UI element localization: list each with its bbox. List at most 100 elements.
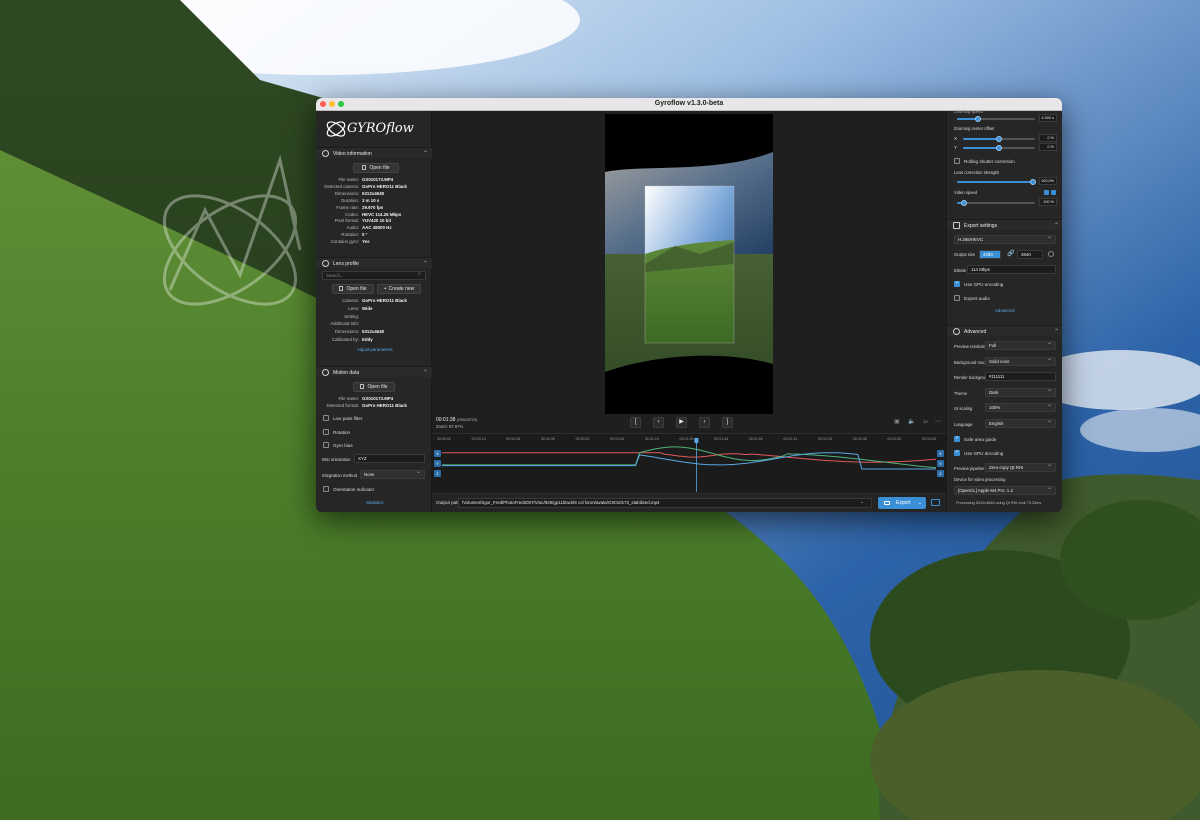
timeline[interactable]: 00:00:00 00:00:13 00:00:26 00:00:39 00:00:53…	[432, 433, 946, 493]
lens-profile-header[interactable]: Lens profile ⌃	[316, 257, 432, 268]
imu-orientation-input[interactable]: XYZ	[354, 454, 425, 463]
video-preview[interactable]	[605, 114, 773, 414]
playhead-handle[interactable]	[694, 438, 699, 443]
jump-to-end-button[interactable]: ]	[722, 417, 733, 428]
advanced-setting-value[interactable]: #111111	[985, 372, 1056, 381]
info-icon	[322, 150, 329, 157]
lock-aspect-icon[interactable]: 🔗	[1007, 250, 1014, 257]
collapse-chevron-icon[interactable]: ⌃	[423, 369, 428, 376]
collapse-chevron-icon[interactable]: ⌃	[423, 260, 428, 267]
link-audio-toggle-icon[interactable]	[1044, 190, 1049, 195]
info-value: 29.970 fps	[362, 204, 384, 210]
export-button[interactable]: Export ⌄	[878, 497, 926, 509]
playback-speed[interactable]: 1x	[923, 419, 928, 424]
plus-icon: +	[383, 286, 387, 292]
info-key: Detected camera:	[324, 183, 359, 189]
gpu-encoding-checkbox[interactable]	[954, 280, 960, 287]
collapse-chevron-icon[interactable]: ⌃	[423, 150, 428, 157]
export-dropdown-icon[interactable]: ⌄	[918, 497, 922, 509]
offset-x-value[interactable]: 0 %	[1039, 134, 1057, 142]
integration-method-select[interactable]: None	[360, 469, 425, 479]
info-row: Additional info:	[316, 321, 432, 328]
info-value: 5312x4648	[362, 190, 384, 196]
advanced-setting-value[interactable]: English	[985, 418, 1056, 428]
safe-area-checkbox[interactable]	[954, 435, 960, 442]
video-speed-label: Video speed	[954, 190, 978, 195]
next-frame-button[interactable]: ›	[699, 417, 710, 428]
offset-y-label: Y	[954, 145, 958, 150]
previous-frame-button[interactable]: ‹	[653, 417, 664, 428]
info-key: Audio:	[346, 225, 359, 231]
info-key: Rotation:	[341, 232, 359, 238]
advanced-setting-value[interactable]: Full	[985, 340, 1056, 350]
video-speed-value[interactable]: 100 %	[1039, 198, 1057, 206]
device-select[interactable]: [OpenCL] Apple M4 Pro: 1.2	[954, 485, 1056, 495]
size-settings-icon[interactable]	[1048, 251, 1054, 257]
video-open-file-button[interactable]: Open file	[353, 163, 399, 173]
low-pass-filter-checkbox[interactable]	[323, 415, 329, 421]
window-title: Gyroflow v1.3.0-beta	[654, 100, 724, 107]
offset-x-slider[interactable]	[963, 136, 1035, 142]
zooming-speed-slider[interactable]	[957, 116, 1035, 122]
lens-correction-value[interactable]: 100.0%	[1039, 177, 1057, 185]
volume-icon[interactable]: 🔈	[908, 418, 915, 425]
info-value: GoPro HERO11 Black	[362, 183, 407, 189]
collapse-chevron-icon[interactable]: ⌃	[1054, 222, 1059, 229]
zooming-speed-value[interactable]: 4.000 s	[1039, 114, 1057, 122]
preview-pipeline-select[interactable]: Zero-copy Qt RHI	[985, 462, 1056, 472]
lens-create-new-button[interactable]: + Create new	[377, 284, 421, 294]
gyroflow-logo: GYROflow	[324, 116, 426, 142]
video-speed-slider[interactable]	[957, 200, 1035, 206]
advanced-setting-value[interactable]: Solid color	[985, 356, 1056, 366]
gyro-curves-chart	[442, 438, 937, 492]
lens-correction-slider[interactable]	[957, 179, 1036, 185]
lens-search-input[interactable]: Search...	[322, 271, 426, 280]
gpu-decoding-checkbox[interactable]	[954, 449, 960, 456]
render-queue-icon[interactable]	[931, 499, 940, 506]
offset-y-value[interactable]: 0 %	[1039, 143, 1057, 151]
lens-open-file-button[interactable]: Open file	[332, 284, 374, 294]
folder-dropdown-icon[interactable]: ⌄	[860, 499, 864, 505]
info-value: GoPro HERO11 Black	[362, 403, 407, 408]
lens-open-file-label: Open file	[346, 286, 367, 292]
export-settings-header[interactable]: Export settings ⌃	[947, 219, 1062, 230]
statistics-link[interactable]: Statistics	[366, 500, 384, 505]
center-area: 00:01:38 (2954/5723) Zoom: 97.67% [ ‹ ▶ …	[432, 111, 946, 512]
bitrate-input[interactable]: 114 Mbps	[967, 265, 1056, 274]
more-options-icon[interactable]: ⋯	[935, 418, 941, 425]
export-audio-checkbox[interactable]	[954, 295, 960, 301]
output-height-input[interactable]: 3640	[1017, 250, 1043, 259]
advanced-setting-value[interactable]: 100%	[985, 402, 1056, 412]
zoom-center-label: Zooming center offset	[954, 126, 995, 131]
info-value: Yes	[362, 239, 370, 245]
jump-to-start-button[interactable]: [	[630, 417, 641, 428]
orientation-indicator-checkbox[interactable]	[323, 486, 329, 492]
info-key: File name:	[338, 177, 360, 182]
info-key: Calibrated by:	[331, 337, 359, 342]
play-button[interactable]: ▶	[676, 417, 687, 428]
motion-open-file-button[interactable]: Open file	[353, 382, 395, 392]
gyro-bias-checkbox[interactable]	[323, 442, 329, 448]
stabilization-toggle-icon[interactable]: ▣	[894, 418, 900, 425]
info-value: GX010173.MP4	[362, 177, 394, 182]
app-window: Gyroflow v1.3.0-beta GYROflow Video info…	[316, 98, 1062, 512]
advanced-header[interactable]: Advanced ⌃	[947, 325, 1062, 336]
interpolation-toggle-icon[interactable]	[1051, 190, 1056, 195]
rolling-shutter-checkbox[interactable]	[954, 158, 960, 164]
offset-y-slider[interactable]	[963, 145, 1035, 151]
output-width-input[interactable]: 4290	[979, 250, 1001, 259]
info-key: Duration:	[341, 197, 359, 203]
video-info-header[interactable]: Video information ⌃	[316, 147, 432, 158]
codec-select[interactable]: H.265/HEVC	[954, 234, 1056, 244]
info-value: GoPro HERO11 Black	[362, 298, 407, 303]
export-advanced-link[interactable]: Advanced	[995, 308, 1015, 313]
adjust-parameters-link[interactable]: Adjust parameters	[357, 347, 393, 352]
rotation-label: Rotation	[333, 430, 351, 435]
info-key: Dimensions:	[334, 190, 359, 196]
rotation-checkbox[interactable]	[323, 429, 329, 435]
output-path-input[interactable]: /Volumes/Sgor_Fred/PhotoFred2007/Vrac/92…	[458, 498, 872, 508]
advanced-setting-value[interactable]: Dark	[985, 387, 1056, 397]
window-titlebar[interactable]: Gyroflow v1.3.0-beta	[316, 98, 1062, 111]
motion-data-header[interactable]: Motion data ⌃	[316, 366, 432, 377]
collapse-chevron-icon[interactable]: ⌃	[1054, 328, 1059, 335]
